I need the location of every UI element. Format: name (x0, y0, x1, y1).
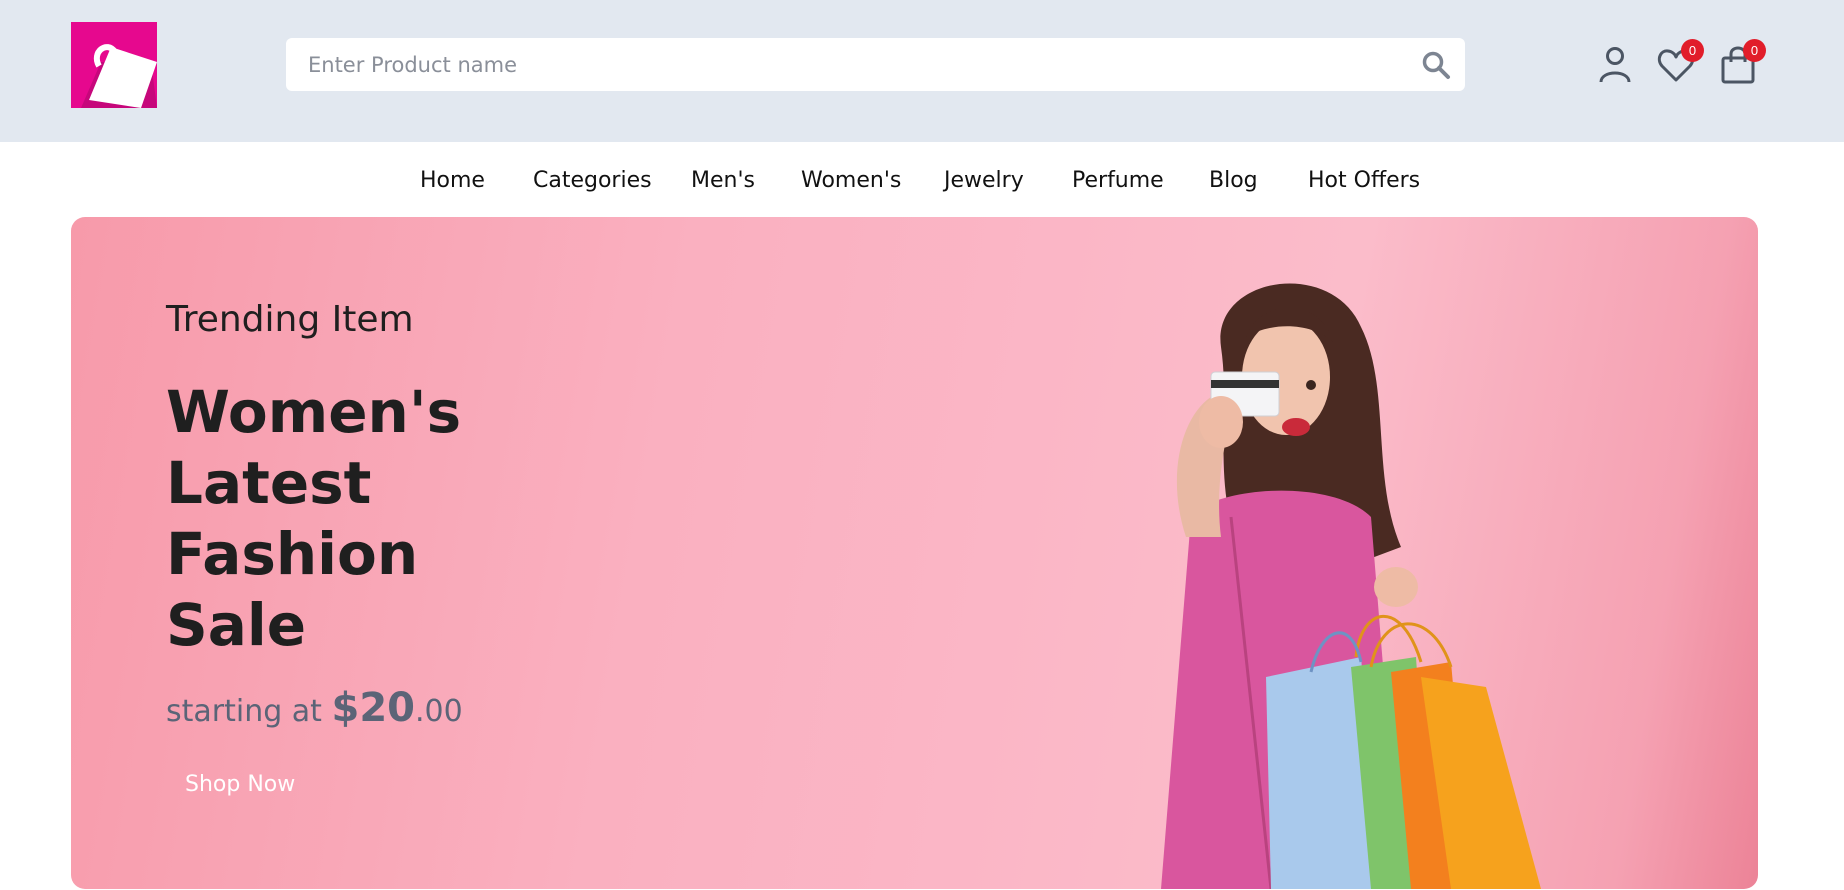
top-header: 0 0 (0, 0, 1844, 142)
shop-now-button[interactable]: Shop Now (185, 772, 295, 797)
nav-item-jewelry[interactable]: Jewelry (944, 168, 1024, 193)
wishlist-button[interactable]: 0 (1654, 39, 1704, 86)
woman-shopping-illustration (1161, 283, 1541, 889)
nav-item-hot-offers[interactable]: Hot Offers (1308, 168, 1420, 193)
cart-count-badge: 0 (1743, 39, 1766, 62)
hero-banner: Trending Item Women's Latest Fashion Sal… (71, 217, 1758, 889)
search-icon[interactable] (1421, 50, 1451, 80)
nav-item-categories[interactable]: Categories (533, 168, 652, 193)
shopping-bag-logo[interactable] (71, 22, 157, 108)
search-bar (286, 38, 1465, 91)
cart-button[interactable]: 0 (1716, 39, 1766, 86)
hero-subtitle: Trending Item (166, 299, 414, 340)
wishlist-count-badge: 0 (1681, 39, 1704, 62)
hero-title: Women's Latest Fashion Sale (166, 378, 462, 659)
search-input[interactable] (286, 38, 1406, 91)
price-prefix: starting at (166, 694, 322, 729)
nav-item-blog[interactable]: Blog (1209, 168, 1258, 193)
main-nav: Home Categories Men's Women's Jewelry Pe… (0, 142, 1844, 218)
hero-price: starting at $20.00 (166, 685, 463, 731)
nav-item-home[interactable]: Home (420, 168, 485, 193)
price-cents: .00 (415, 694, 463, 729)
nav-item-perfume[interactable]: Perfume (1072, 168, 1164, 193)
nav-item-womens[interactable]: Women's (801, 168, 901, 193)
user-icon[interactable] (1593, 42, 1637, 86)
price-main: $20 (331, 685, 416, 731)
nav-item-mens[interactable]: Men's (691, 168, 755, 193)
